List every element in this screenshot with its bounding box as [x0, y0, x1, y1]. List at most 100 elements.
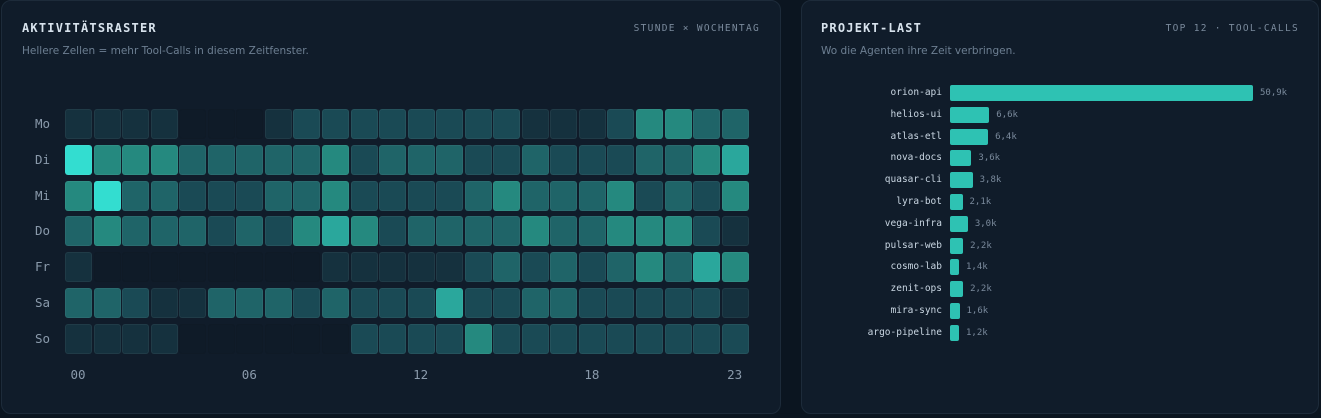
- project-bar[interactable]: [950, 281, 964, 298]
- heatmap-cell[interactable]: [664, 288, 692, 318]
- heatmap-cell[interactable]: [693, 144, 721, 175]
- heatmap-cell[interactable]: [321, 288, 349, 318]
- project-bar[interactable]: [950, 324, 959, 341]
- heatmap-cell[interactable]: [493, 109, 521, 139]
- project-bar[interactable]: [950, 172, 973, 189]
- heatmap-cell[interactable]: [721, 144, 749, 175]
- heatmap-cell[interactable]: [550, 109, 578, 139]
- project-bar[interactable]: [950, 128, 989, 145]
- heatmap-cell[interactable]: [721, 252, 749, 283]
- heatmap-cell[interactable]: [464, 144, 492, 175]
- heatmap-cell[interactable]: [379, 252, 407, 283]
- heatmap-cell[interactable]: [607, 252, 635, 283]
- heatmap-cell[interactable]: [436, 323, 464, 354]
- heatmap-cell[interactable]: [407, 180, 435, 211]
- heatmap-cell[interactable]: [150, 180, 178, 211]
- heatmap-cell[interactable]: [578, 288, 606, 318]
- heatmap-cell[interactable]: [150, 216, 178, 247]
- heatmap-cell[interactable]: [664, 144, 692, 175]
- heatmap-cell[interactable]: [236, 180, 264, 211]
- heatmap-cell[interactable]: [721, 180, 749, 211]
- heatmap-cell[interactable]: [379, 216, 407, 247]
- heatmap-cell[interactable]: [150, 323, 178, 354]
- heatmap-cell[interactable]: [607, 109, 635, 139]
- project-bar[interactable]: [950, 259, 959, 276]
- heatmap-cell[interactable]: [179, 252, 207, 283]
- heatmap-cell[interactable]: [607, 180, 635, 211]
- heatmap-cell[interactable]: [122, 180, 150, 211]
- heatmap-cell[interactable]: [179, 109, 207, 139]
- heatmap-cell[interactable]: [179, 216, 207, 247]
- heatmap-cell[interactable]: [664, 109, 692, 139]
- heatmap-cell[interactable]: [65, 323, 92, 354]
- heatmap-cell[interactable]: [407, 144, 435, 175]
- heatmap-cell[interactable]: [407, 288, 435, 318]
- heatmap-cell[interactable]: [550, 180, 578, 211]
- heatmap-cell[interactable]: [721, 216, 749, 247]
- heatmap-cell[interactable]: [693, 288, 721, 318]
- heatmap-cell[interactable]: [122, 323, 150, 354]
- heatmap-cell[interactable]: [436, 288, 464, 318]
- heatmap-cell[interactable]: [207, 109, 235, 139]
- heatmap-cell[interactable]: [236, 216, 264, 247]
- heatmap-cell[interactable]: [264, 288, 292, 318]
- heatmap-cell[interactable]: [264, 323, 292, 354]
- heatmap-cell[interactable]: [264, 180, 292, 211]
- heatmap-cell[interactable]: [521, 288, 549, 318]
- heatmap-cell[interactable]: [693, 252, 721, 283]
- project-bar[interactable]: [950, 194, 963, 210]
- heatmap-cell[interactable]: [550, 288, 578, 318]
- heatmap-cell[interactable]: [550, 252, 578, 283]
- heatmap-cell[interactable]: [407, 216, 435, 247]
- heatmap-cell[interactable]: [236, 252, 264, 283]
- heatmap-cell[interactable]: [550, 144, 578, 175]
- heatmap-cell[interactable]: [236, 144, 264, 175]
- heatmap-cell[interactable]: [207, 144, 235, 175]
- heatmap-cell[interactable]: [264, 144, 292, 175]
- heatmap-cell[interactable]: [122, 144, 150, 175]
- project-bar[interactable]: [950, 215, 968, 232]
- heatmap-cell[interactable]: [65, 180, 92, 211]
- heatmap-cell[interactable]: [379, 180, 407, 211]
- heatmap-cell[interactable]: [550, 323, 578, 354]
- heatmap-cell[interactable]: [464, 216, 492, 247]
- heatmap-cell[interactable]: [636, 144, 663, 175]
- heatmap-cell[interactable]: [93, 180, 121, 211]
- heatmap-cell[interactable]: [179, 144, 207, 175]
- heatmap-cell[interactable]: [436, 180, 464, 211]
- heatmap-cell[interactable]: [122, 252, 150, 283]
- heatmap-cell[interactable]: [464, 288, 492, 318]
- heatmap-cell[interactable]: [236, 323, 264, 354]
- heatmap-cell[interactable]: [464, 323, 492, 354]
- heatmap-cell[interactable]: [350, 180, 378, 211]
- heatmap-cell[interactable]: [493, 180, 521, 211]
- heatmap-cell[interactable]: [293, 109, 321, 139]
- heatmap-cell[interactable]: [693, 216, 721, 247]
- heatmap-cell[interactable]: [636, 180, 663, 211]
- heatmap-cell[interactable]: [321, 323, 349, 354]
- heatmap-cell[interactable]: [293, 252, 321, 283]
- heatmap-cell[interactable]: [607, 144, 635, 175]
- heatmap-cell[interactable]: [264, 109, 292, 139]
- heatmap-cell[interactable]: [65, 252, 92, 283]
- heatmap-cell[interactable]: [379, 109, 407, 139]
- heatmap-cell[interactable]: [636, 109, 663, 139]
- project-bar[interactable]: [950, 85, 1253, 101]
- heatmap-cell[interactable]: [636, 288, 663, 318]
- heatmap-cell[interactable]: [293, 288, 321, 318]
- heatmap-cell[interactable]: [578, 180, 606, 211]
- heatmap-cell[interactable]: [550, 216, 578, 247]
- heatmap-cell[interactable]: [578, 323, 606, 354]
- heatmap-cell[interactable]: [436, 144, 464, 175]
- heatmap-cell[interactable]: [293, 323, 321, 354]
- heatmap-cell[interactable]: [407, 109, 435, 139]
- heatmap-cell[interactable]: [578, 252, 606, 283]
- heatmap-cell[interactable]: [379, 144, 407, 175]
- heatmap-cell[interactable]: [521, 323, 549, 354]
- heatmap-cell[interactable]: [636, 216, 663, 247]
- heatmap-cell[interactable]: [150, 288, 178, 318]
- heatmap-cell[interactable]: [607, 323, 635, 354]
- heatmap-cell[interactable]: [578, 216, 606, 247]
- heatmap-cell[interactable]: [350, 288, 378, 318]
- project-bar[interactable]: [950, 106, 990, 123]
